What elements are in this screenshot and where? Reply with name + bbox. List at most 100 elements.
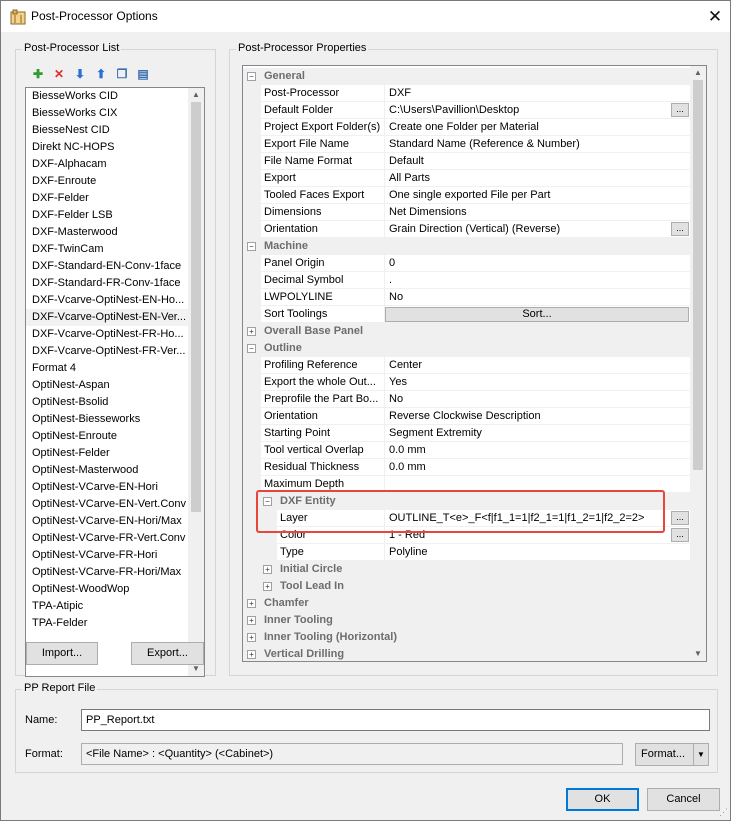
- property-row[interactable]: Maximum Depth: [243, 476, 691, 493]
- properties-icon[interactable]: ▤: [135, 66, 151, 82]
- close-button[interactable]: ✕: [700, 1, 730, 32]
- ok-button[interactable]: OK: [566, 788, 639, 811]
- export-button[interactable]: Export...: [131, 642, 204, 665]
- property-value[interactable]: C:\Users\Pavillion\Desktop...: [385, 102, 691, 119]
- property-row[interactable]: Dimensions Net Dimensions: [243, 204, 691, 221]
- collapse-icon[interactable]: −: [247, 72, 256, 81]
- expand-icon[interactable]: +: [263, 582, 272, 591]
- format-button[interactable]: Format... ▼: [635, 743, 709, 766]
- property-value[interactable]: No: [385, 289, 691, 306]
- list-item[interactable]: OptiNest-Masterwood: [26, 462, 188, 479]
- ellipsis-button[interactable]: ...: [671, 511, 689, 525]
- ellipsis-button[interactable]: ...: [671, 528, 689, 542]
- category-row[interactable]: + Chamfer: [243, 595, 691, 612]
- delete-icon[interactable]: ✕: [51, 66, 67, 82]
- property-row[interactable]: Tooled Faces Export One single exported F…: [243, 187, 691, 204]
- cancel-button[interactable]: Cancel: [647, 788, 720, 811]
- ellipsis-button[interactable]: ...: [671, 222, 689, 236]
- property-row[interactable]: Tool vertical Overlap 0.0 mm: [243, 442, 691, 459]
- property-value[interactable]: Default: [385, 153, 691, 170]
- property-value[interactable]: Reverse Clockwise Description: [385, 408, 691, 425]
- list-item[interactable]: DXF-Enroute: [26, 173, 188, 190]
- list-item[interactable]: DXF-Masterwood: [26, 224, 188, 241]
- property-value[interactable]: Segment Extremity: [385, 425, 691, 442]
- property-value[interactable]: Create one Folder per Material: [385, 119, 691, 136]
- category-row[interactable]: + Tool Lead In: [243, 578, 691, 595]
- add-icon[interactable]: ✚: [30, 66, 46, 82]
- list-item[interactable]: DXF-Felder LSB: [26, 207, 188, 224]
- property-value[interactable]: Grain Direction (Vertical) (Reverse)...: [385, 221, 691, 238]
- expand-icon[interactable]: +: [247, 616, 256, 625]
- property-value[interactable]: 0.0 mm: [385, 459, 691, 476]
- property-row[interactable]: Profiling Reference Center: [243, 357, 691, 374]
- collapse-icon[interactable]: −: [247, 242, 256, 251]
- property-value[interactable]: All Parts: [385, 170, 691, 187]
- list-item[interactable]: Direkt NC-HOPS: [26, 139, 188, 156]
- report-format-field[interactable]: <File Name> : <Quantity> (<Cabinet>): [81, 743, 623, 765]
- category-row[interactable]: − General: [243, 68, 691, 85]
- list-item[interactable]: BiesseWorks CID: [26, 88, 188, 105]
- category-row[interactable]: + Vertical Drilling: [243, 646, 691, 661]
- property-value[interactable]: Sort...: [385, 306, 691, 323]
- property-value[interactable]: Net Dimensions: [385, 204, 691, 221]
- scroll-up-icon[interactable]: ▲: [188, 88, 204, 102]
- move-up-icon[interactable]: ⬆: [93, 66, 109, 82]
- ellipsis-button[interactable]: ...: [671, 103, 689, 117]
- list-item[interactable]: DXF-Vcarve-OptiNest-EN-Ho...: [26, 292, 188, 309]
- list-item[interactable]: OptiNest-Aspan: [26, 377, 188, 394]
- property-value[interactable]: Center: [385, 357, 691, 374]
- property-row[interactable]: Decimal Symbol.: [243, 272, 691, 289]
- list-item[interactable]: OptiNest-Enroute: [26, 428, 188, 445]
- property-row[interactable]: Layer OUTLINE_T<e>_F<f|f1_1=1|f2_1=1|f1_2…: [243, 510, 691, 527]
- property-value[interactable]: 0: [385, 255, 691, 272]
- list-item[interactable]: OptiNest-VCarve-FR-Vert.Conv: [26, 530, 188, 547]
- list-item[interactable]: DXF-Standard-FR-Conv-1face: [26, 275, 188, 292]
- list-item[interactable]: DXF-Alphacam: [26, 156, 188, 173]
- category-row[interactable]: − DXF Entity: [243, 493, 691, 510]
- list-item[interactable]: OptiNest-VCarve-FR-Hori: [26, 547, 188, 564]
- chevron-down-icon[interactable]: ▼: [693, 744, 708, 765]
- expand-icon[interactable]: +: [247, 650, 256, 659]
- copy-icon[interactable]: ❐: [114, 66, 130, 82]
- category-row[interactable]: + Initial Circle: [243, 561, 691, 578]
- list-scrollbar[interactable]: ▲ ▼: [188, 88, 204, 676]
- category-row[interactable]: + Overall Base Panel: [243, 323, 691, 340]
- property-row[interactable]: Residual Thickness 0.0 mm: [243, 459, 691, 476]
- list-item[interactable]: TPA-Felder: [26, 615, 188, 632]
- expand-icon[interactable]: +: [247, 599, 256, 608]
- expand-icon[interactable]: +: [247, 633, 256, 642]
- property-value[interactable]: OUTLINE_T<e>_F<f|f1_1=1|f2_1=1|f1_2=1|f2…: [385, 510, 691, 527]
- property-value[interactable]: No: [385, 391, 691, 408]
- property-row[interactable]: Starting Point Segment Extremity: [243, 425, 691, 442]
- property-row[interactable]: Sort Toolings Sort...: [243, 306, 691, 323]
- list-item[interactable]: DXF-TwinCam: [26, 241, 188, 258]
- property-value[interactable]: 0.0 mm: [385, 442, 691, 459]
- list-item[interactable]: DXF-Felder: [26, 190, 188, 207]
- import-button[interactable]: Import...: [26, 642, 98, 665]
- collapse-icon[interactable]: −: [247, 344, 256, 353]
- property-value[interactable]: DXF: [385, 85, 691, 102]
- property-row[interactable]: Preprofile the Part Bo... No: [243, 391, 691, 408]
- list-item[interactable]: OptiNest-VCarve-EN-Hori: [26, 479, 188, 496]
- property-row[interactable]: Orientation Grain Direction (Vertical) (R…: [243, 221, 691, 238]
- property-value[interactable]: Polyline: [385, 544, 691, 561]
- property-value[interactable]: 1 - Red...: [385, 527, 691, 544]
- property-grid-scrollbar[interactable]: ▲ ▼: [690, 66, 706, 661]
- list-item[interactable]: OptiNest-Bsolid: [26, 394, 188, 411]
- property-row[interactable]: Post-Processor DXF: [243, 85, 691, 102]
- category-row[interactable]: + Inner Tooling: [243, 612, 691, 629]
- list-item[interactable]: DXF-Vcarve-OptiNest-FR-Ver...: [26, 343, 188, 360]
- list-item[interactable]: OptiNest-VCarve-FR-Hori/Max: [26, 564, 188, 581]
- property-value[interactable]: One single exported File per Part: [385, 187, 691, 204]
- list-item[interactable]: OptiNest-WoodWop: [26, 581, 188, 598]
- scroll-up-icon[interactable]: ▲: [690, 66, 706, 80]
- list-item[interactable]: OptiNest-Biesseworks: [26, 411, 188, 428]
- list-item[interactable]: BiesseWorks CIX: [26, 105, 188, 122]
- list-scroll-thumb[interactable]: [191, 102, 201, 512]
- list-item[interactable]: OptiNest-VCarve-EN-Vert.Conv: [26, 496, 188, 513]
- move-down-icon[interactable]: ⬇: [72, 66, 88, 82]
- property-row[interactable]: Export File Name Standard Name (Reference…: [243, 136, 691, 153]
- list-item[interactable]: DXF-Vcarve-OptiNest-EN-Ver...: [26, 309, 188, 326]
- list-item[interactable]: OptiNest-VCarve-EN-Hori/Max: [26, 513, 188, 530]
- property-value[interactable]: [385, 476, 691, 493]
